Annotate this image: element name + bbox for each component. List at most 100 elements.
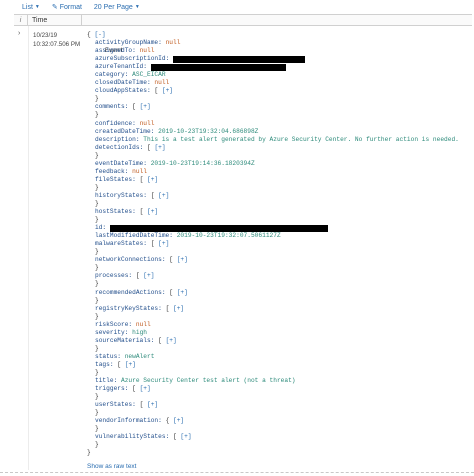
field-value: [ xyxy=(139,175,144,183)
field-key[interactable]: lastModifiedDateTime: xyxy=(95,232,173,240)
field-value: [ xyxy=(172,433,177,441)
show-as-raw-text-link[interactable]: Show as raw text xyxy=(87,463,137,470)
expand-toggle[interactable]: [+] xyxy=(158,192,169,200)
field-value[interactable]: null xyxy=(166,39,181,47)
field-key[interactable]: userStates: xyxy=(95,401,136,409)
collapse-toggle[interactable]: [-] xyxy=(94,31,105,39)
field-value[interactable]: null xyxy=(140,120,155,128)
field-value[interactable]: 2019-10-23T19:14:36.1820394Z xyxy=(151,160,255,168)
field-key[interactable]: vulnerabilityStates: xyxy=(95,433,169,441)
field-value: { xyxy=(165,417,170,425)
field-value[interactable]: 2019-10-23T19:32:07.5061127Z xyxy=(177,232,281,240)
expand-toggle[interactable]: [+] xyxy=(154,144,165,152)
field-sourceMaterials: sourceMaterials: [ [+] xyxy=(87,337,471,345)
close-brace: } xyxy=(95,296,99,304)
field-value: [ xyxy=(154,87,159,95)
expand-toggle[interactable]: [+] xyxy=(125,361,136,369)
field-key[interactable]: description: xyxy=(95,136,140,144)
field-value[interactable]: high xyxy=(132,329,147,337)
format-button[interactable]: ✎ Format xyxy=(52,3,82,12)
field-key[interactable]: status: xyxy=(95,353,121,361)
expand-toggle[interactable]: [+] xyxy=(177,289,188,297)
field-key[interactable]: id: xyxy=(95,224,106,232)
field-close: } xyxy=(87,297,471,305)
field-close: } xyxy=(87,248,471,256)
expand-toggle[interactable]: [+] xyxy=(147,176,158,184)
field-value[interactable]: null xyxy=(132,168,147,176)
field-close: } xyxy=(87,264,471,272)
close-brace: } xyxy=(95,409,99,417)
close-brace: } xyxy=(95,216,99,224)
close-brace: } xyxy=(95,264,99,272)
field-key[interactable]: riskScore: xyxy=(95,321,132,329)
field-id: id: xyxy=(87,224,471,232)
field-close: } xyxy=(87,200,471,208)
field-key[interactable]: eventDateTime: xyxy=(95,160,147,168)
close-brace: } xyxy=(95,280,99,288)
field-key[interactable]: cloudAppStates: xyxy=(95,87,151,95)
field-key[interactable]: createdDateTime: xyxy=(95,128,154,136)
field-key[interactable]: networkConnections: xyxy=(95,256,166,264)
field-closedDateTime: closedDateTime: null xyxy=(87,79,471,87)
field-key[interactable]: closedDateTime: xyxy=(95,79,151,87)
close-brace: } xyxy=(95,248,99,256)
field-value: [ xyxy=(169,288,173,296)
expand-toggle[interactable]: [+] xyxy=(173,417,184,425)
field-key[interactable]: recommendedActions: xyxy=(95,289,166,297)
redacted-value xyxy=(109,224,328,232)
expand-toggle[interactable]: [+] xyxy=(158,240,169,248)
expand-toggle[interactable]: [+] xyxy=(147,208,158,216)
field-key[interactable]: assignedTo: xyxy=(95,47,136,55)
field-key[interactable]: historyStates: xyxy=(95,192,147,200)
field-key[interactable]: azureTenantId: xyxy=(95,63,147,71)
field-key[interactable]: processes: xyxy=(95,272,132,280)
expand-toggle[interactable]: [+] xyxy=(162,87,173,95)
chevron-down-icon: ▼ xyxy=(34,4,40,10)
expand-toggle[interactable]: [+] xyxy=(140,385,151,393)
field-key[interactable]: vendorInformation: xyxy=(95,417,162,425)
field-value[interactable]: null xyxy=(154,79,169,87)
field-key[interactable]: severity: xyxy=(95,329,128,337)
field-key[interactable]: activityGroupName: xyxy=(95,39,162,47)
field-value[interactable]: This is a test alert generated by Azure … xyxy=(143,136,459,144)
field-key[interactable]: confidence: xyxy=(95,120,136,128)
field-key[interactable]: malwareStates: xyxy=(95,240,147,248)
field-value[interactable]: null xyxy=(136,321,151,329)
field-key[interactable]: detectionIds: xyxy=(95,144,143,152)
field-key[interactable]: azureSubscriptionId: xyxy=(95,55,169,63)
per-page-dropdown[interactable]: 20 Per Page ▼ xyxy=(94,4,140,11)
expand-toggle[interactable]: [+] xyxy=(180,433,191,441)
expand-toggle[interactable]: [+] xyxy=(177,256,188,264)
expand-toggle[interactable]: [+] xyxy=(140,103,151,111)
field-key[interactable]: comments: xyxy=(95,103,128,111)
list-view-label: List xyxy=(22,3,33,11)
time-column-header[interactable]: Time xyxy=(28,15,82,25)
field-key[interactable]: category: xyxy=(95,71,128,79)
field-value: [ xyxy=(169,256,173,264)
field-value[interactable]: null xyxy=(140,47,155,55)
expand-toggle[interactable]: [+] xyxy=(173,305,184,313)
field-value: [ xyxy=(132,385,136,393)
field-key[interactable]: title: xyxy=(95,377,117,385)
expand-toggle[interactable]: [+] xyxy=(166,337,177,345)
column-divider xyxy=(28,26,29,470)
field-key[interactable]: registryKeyStates: xyxy=(95,305,162,313)
field-key[interactable]: hostStates: xyxy=(95,208,136,216)
field-value[interactable]: 2019-10-23T19:32:04.686898Z xyxy=(158,128,258,136)
field-close: } xyxy=(87,111,471,119)
field-value: [ xyxy=(150,240,155,248)
field-riskScore: riskScore: null xyxy=(87,321,471,329)
field-key[interactable]: tags: xyxy=(95,361,114,369)
field-key[interactable]: sourceMaterials: xyxy=(95,337,154,345)
expand-toggle[interactable]: [+] xyxy=(147,401,158,409)
field-value[interactable]: Azure Security Center test alert (not a … xyxy=(121,377,296,385)
field-key[interactable]: fileStates: xyxy=(95,176,136,184)
list-view-dropdown[interactable]: List ▼ xyxy=(22,4,40,11)
field-value[interactable]: newAlert xyxy=(125,353,155,361)
row-expander-icon[interactable]: › xyxy=(18,30,20,37)
expand-toggle[interactable]: [+] xyxy=(143,272,154,280)
field-value[interactable]: ASC_EICAR xyxy=(132,71,165,79)
row-divider xyxy=(0,472,474,473)
field-key[interactable]: triggers: xyxy=(95,385,128,393)
field-key[interactable]: feedback: xyxy=(95,168,128,176)
